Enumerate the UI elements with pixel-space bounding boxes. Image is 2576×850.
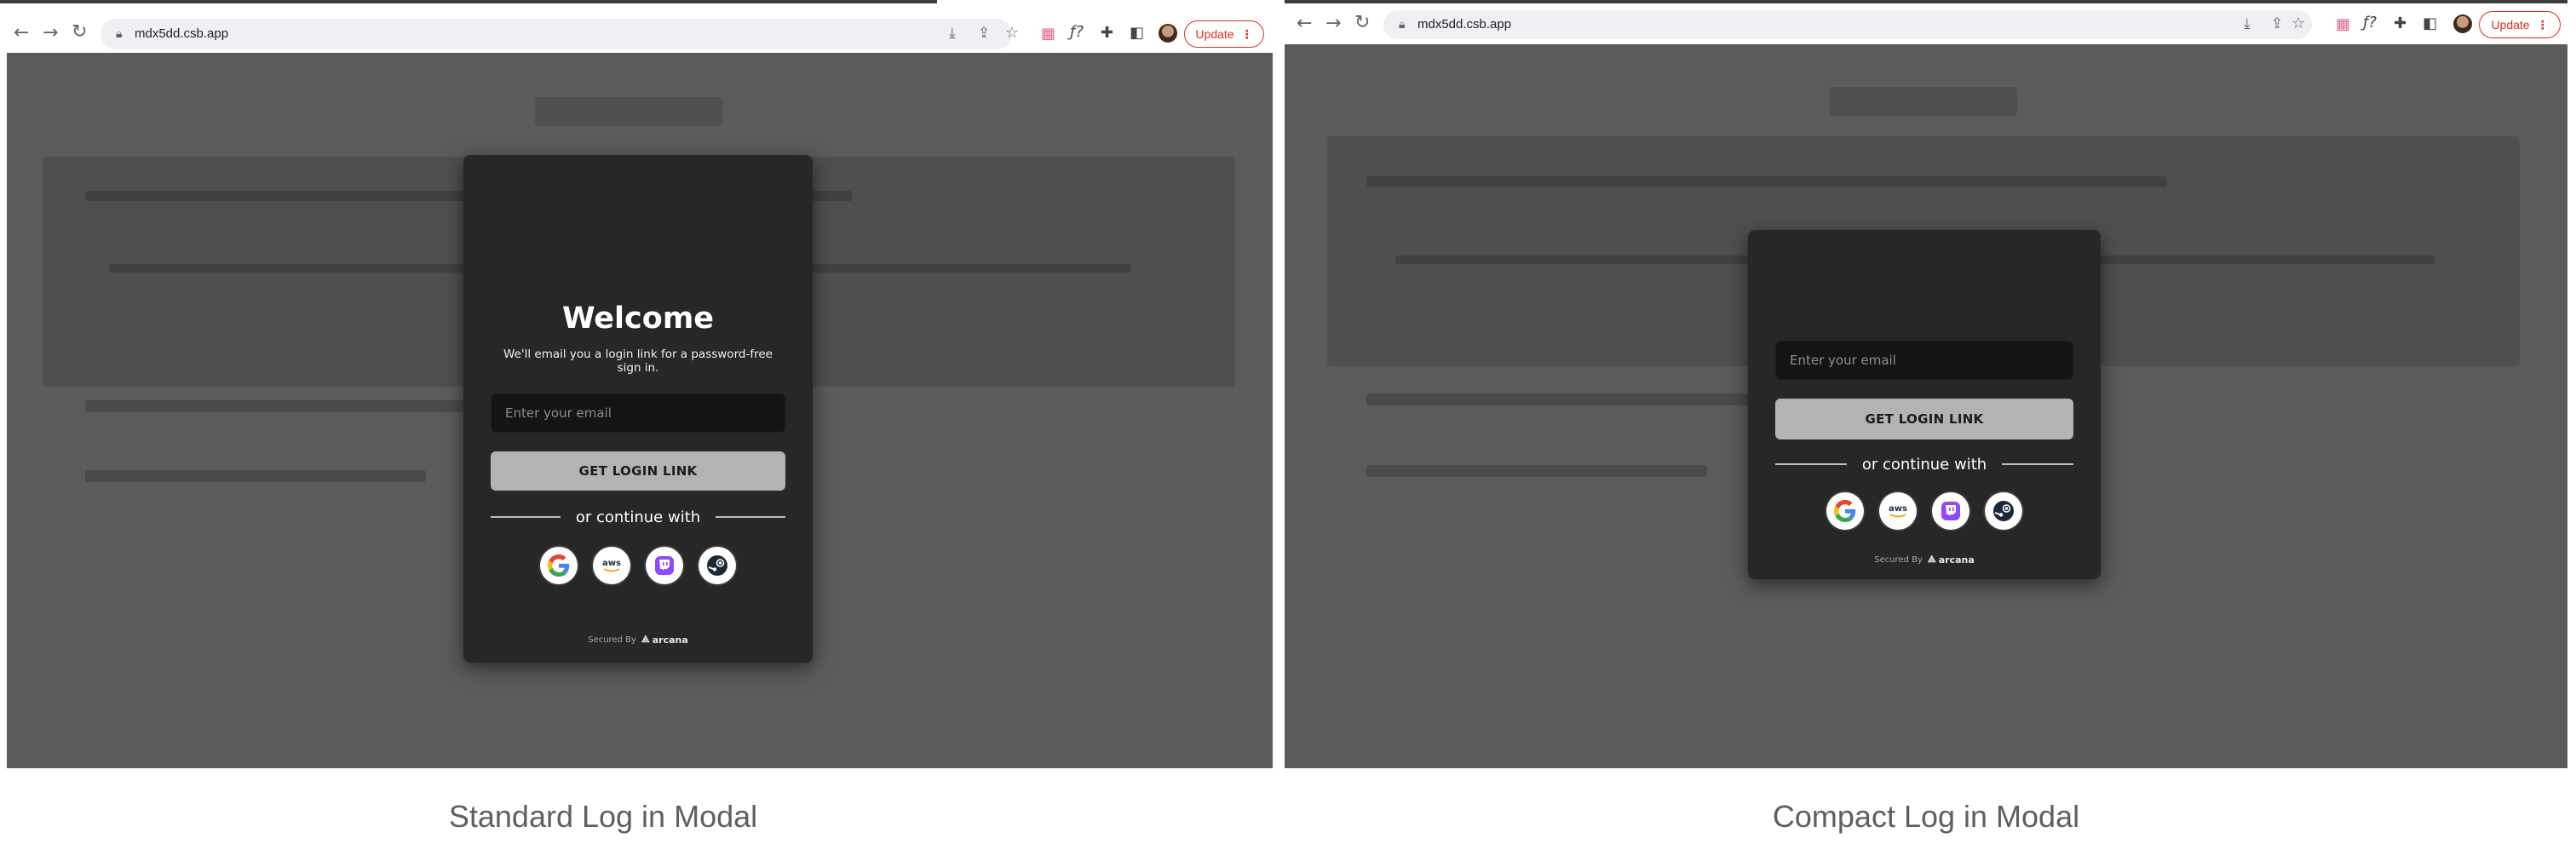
svg-text:aws: aws <box>602 559 621 568</box>
compact-browser-window: ← → ↻ 🔒︎ mdx5dd.csb.app ⤓ ⇪ ☆ ▦ ƒ? ✚ ◧ U… <box>1285 0 2567 768</box>
secured-by-footer: Secured By ⟁ arcana <box>1748 554 2101 566</box>
divider-text: or continue with <box>1861 455 1987 474</box>
page-viewport: GET LOGIN LINK or continue with <box>1285 44 2567 768</box>
update-label: Update <box>1195 27 1234 41</box>
extensions-puzzle-icon[interactable]: ✚ <box>1101 24 1113 42</box>
update-button[interactable]: Update ⋮ <box>1184 20 1264 48</box>
aws-icon: aws <box>1889 504 1907 518</box>
steam-login-button[interactable] <box>1985 492 2022 530</box>
get-login-link-button[interactable]: GET LOGIN LINK <box>1775 399 2073 439</box>
update-label: Update <box>2491 18 2530 32</box>
lock-icon: 🔒︎ <box>1399 17 1406 31</box>
divider-line <box>491 516 561 518</box>
google-icon <box>1834 500 1856 522</box>
social-login-row: aws <box>1748 492 2101 530</box>
install-icon[interactable]: ⤓ <box>2244 15 2251 32</box>
email-input[interactable] <box>1775 341 2073 380</box>
divider-text: or continue with <box>575 508 701 526</box>
background-header <box>1830 87 2017 116</box>
lock-icon: 🔒︎ <box>116 26 123 40</box>
profile-avatar[interactable] <box>1159 24 1177 43</box>
email-input[interactable] <box>491 393 785 433</box>
extension-formula-icon[interactable]: ƒ? <box>1070 23 1084 41</box>
get-login-link-button[interactable]: GET LOGIN LINK <box>491 451 785 491</box>
arcana-brand-text: arcana <box>1938 554 1975 566</box>
google-login-button[interactable] <box>540 547 578 584</box>
back-icon[interactable]: ← <box>14 24 29 43</box>
twitch-icon <box>1941 502 1960 520</box>
social-login-row: aws <box>463 547 813 584</box>
extension-formula-icon[interactable]: ƒ? <box>2363 14 2377 32</box>
background-line <box>85 470 426 482</box>
extension-grid-icon[interactable]: ▦ <box>1041 25 1055 43</box>
background-line <box>1366 465 1707 477</box>
compact-caption: Compact Log in Modal <box>1772 799 2080 834</box>
arcana-brand-text: arcana <box>652 634 688 646</box>
continue-divider: or continue with <box>1775 443 2073 485</box>
background-line <box>1366 393 1750 405</box>
address-bar[interactable]: 🔒︎ mdx5dd.csb.app ⤓ ⇪ ☆ <box>1383 10 2312 39</box>
menu-icon: ⋮ <box>1240 26 1253 41</box>
browser-toolbar: ← → ↻ 🔒︎ mdx5dd.csb.app ⤓ ⇪ ☆ ▦ ƒ? ✚ ◧ U… <box>0 0 1273 53</box>
url-text: mdx5dd.csb.app <box>135 26 229 41</box>
forward-icon[interactable]: → <box>43 24 58 43</box>
browser-toolbar: ← → ↻ 🔒︎ mdx5dd.csb.app ⤓ ⇪ ☆ ▦ ƒ? ✚ ◧ U… <box>1285 0 2567 44</box>
arcana-logo-icon: ⟁ <box>1927 554 1936 565</box>
standard-caption: Standard Log in Modal <box>448 799 758 834</box>
background-line <box>85 400 477 412</box>
twitch-login-button[interactable] <box>1932 492 1969 530</box>
steam-icon <box>707 555 727 576</box>
share-icon[interactable]: ⇪ <box>978 25 990 42</box>
address-bar[interactable]: 🔒︎ mdx5dd.csb.app ⤓ ⇪ ☆ <box>101 19 1019 49</box>
svg-text:aws: aws <box>1889 504 1907 514</box>
arcana-logo: ⟁ arcana <box>641 634 688 646</box>
side-panel-icon[interactable]: ◧ <box>2423 14 2437 32</box>
compact-login-modal: GET LOGIN LINK or continue with <box>1748 230 2101 579</box>
twitch-icon <box>655 556 674 575</box>
arcana-logo-icon: ⟁ <box>641 634 650 645</box>
back-icon[interactable]: ← <box>1297 14 1312 33</box>
extensions-puzzle-icon[interactable]: ✚ <box>2394 14 2406 32</box>
reload-icon[interactable]: ↻ <box>72 23 87 42</box>
share-icon[interactable]: ⇪ <box>2271 15 2283 32</box>
continue-divider: or continue with <box>491 496 785 538</box>
install-icon[interactable]: ⤓ <box>949 25 956 42</box>
reload-icon[interactable]: ↻ <box>1354 14 1370 32</box>
welcome-heading: Welcome <box>561 302 715 336</box>
google-login-button[interactable] <box>1826 492 1864 530</box>
menu-icon: ⋮ <box>2536 17 2549 32</box>
forward-icon[interactable]: → <box>1325 14 1341 33</box>
profile-avatar[interactable] <box>2453 14 2472 33</box>
twitch-login-button[interactable] <box>646 547 683 584</box>
google-icon <box>548 554 570 577</box>
divider-line <box>716 516 785 518</box>
steam-icon <box>1993 501 2014 521</box>
tab-strip <box>0 0 937 3</box>
arcana-logo: ⟁ arcana <box>1928 554 1975 566</box>
background-line <box>1366 176 2167 187</box>
aws-login-button[interactable]: aws <box>1879 492 1917 530</box>
extension-grid-icon[interactable]: ▦ <box>2336 15 2350 33</box>
standard-browser-window: ← → ↻ 🔒︎ mdx5dd.csb.app ⤓ ⇪ ☆ ▦ ƒ? ✚ ◧ U… <box>0 0 1273 768</box>
update-button[interactable]: Update ⋮ <box>2479 11 2561 38</box>
side-panel-icon[interactable]: ◧ <box>1130 24 1144 42</box>
page-viewport: Welcome We'll email you a login link for… <box>7 53 1273 768</box>
url-text: mdx5dd.csb.app <box>1417 17 1512 32</box>
tab-strip <box>1285 0 2567 3</box>
secured-by-footer: Secured By ⟁ arcana <box>463 634 813 646</box>
aws-icon: aws <box>602 559 621 572</box>
bookmark-star-icon[interactable]: ☆ <box>2291 14 2305 32</box>
divider-line <box>1775 463 1847 465</box>
aws-login-button[interactable]: aws <box>593 547 630 584</box>
background-header <box>535 97 722 126</box>
bookmark-star-icon[interactable]: ☆ <box>1005 24 1019 42</box>
secured-by-text: Secured By <box>1874 554 1923 565</box>
steam-login-button[interactable] <box>699 547 736 584</box>
standard-login-modal: Welcome We'll email you a login link for… <box>463 155 813 663</box>
secured-by-text: Secured By <box>588 635 636 645</box>
welcome-subtitle: We'll email you a login link for a passw… <box>503 347 773 375</box>
divider-line <box>2002 463 2073 465</box>
